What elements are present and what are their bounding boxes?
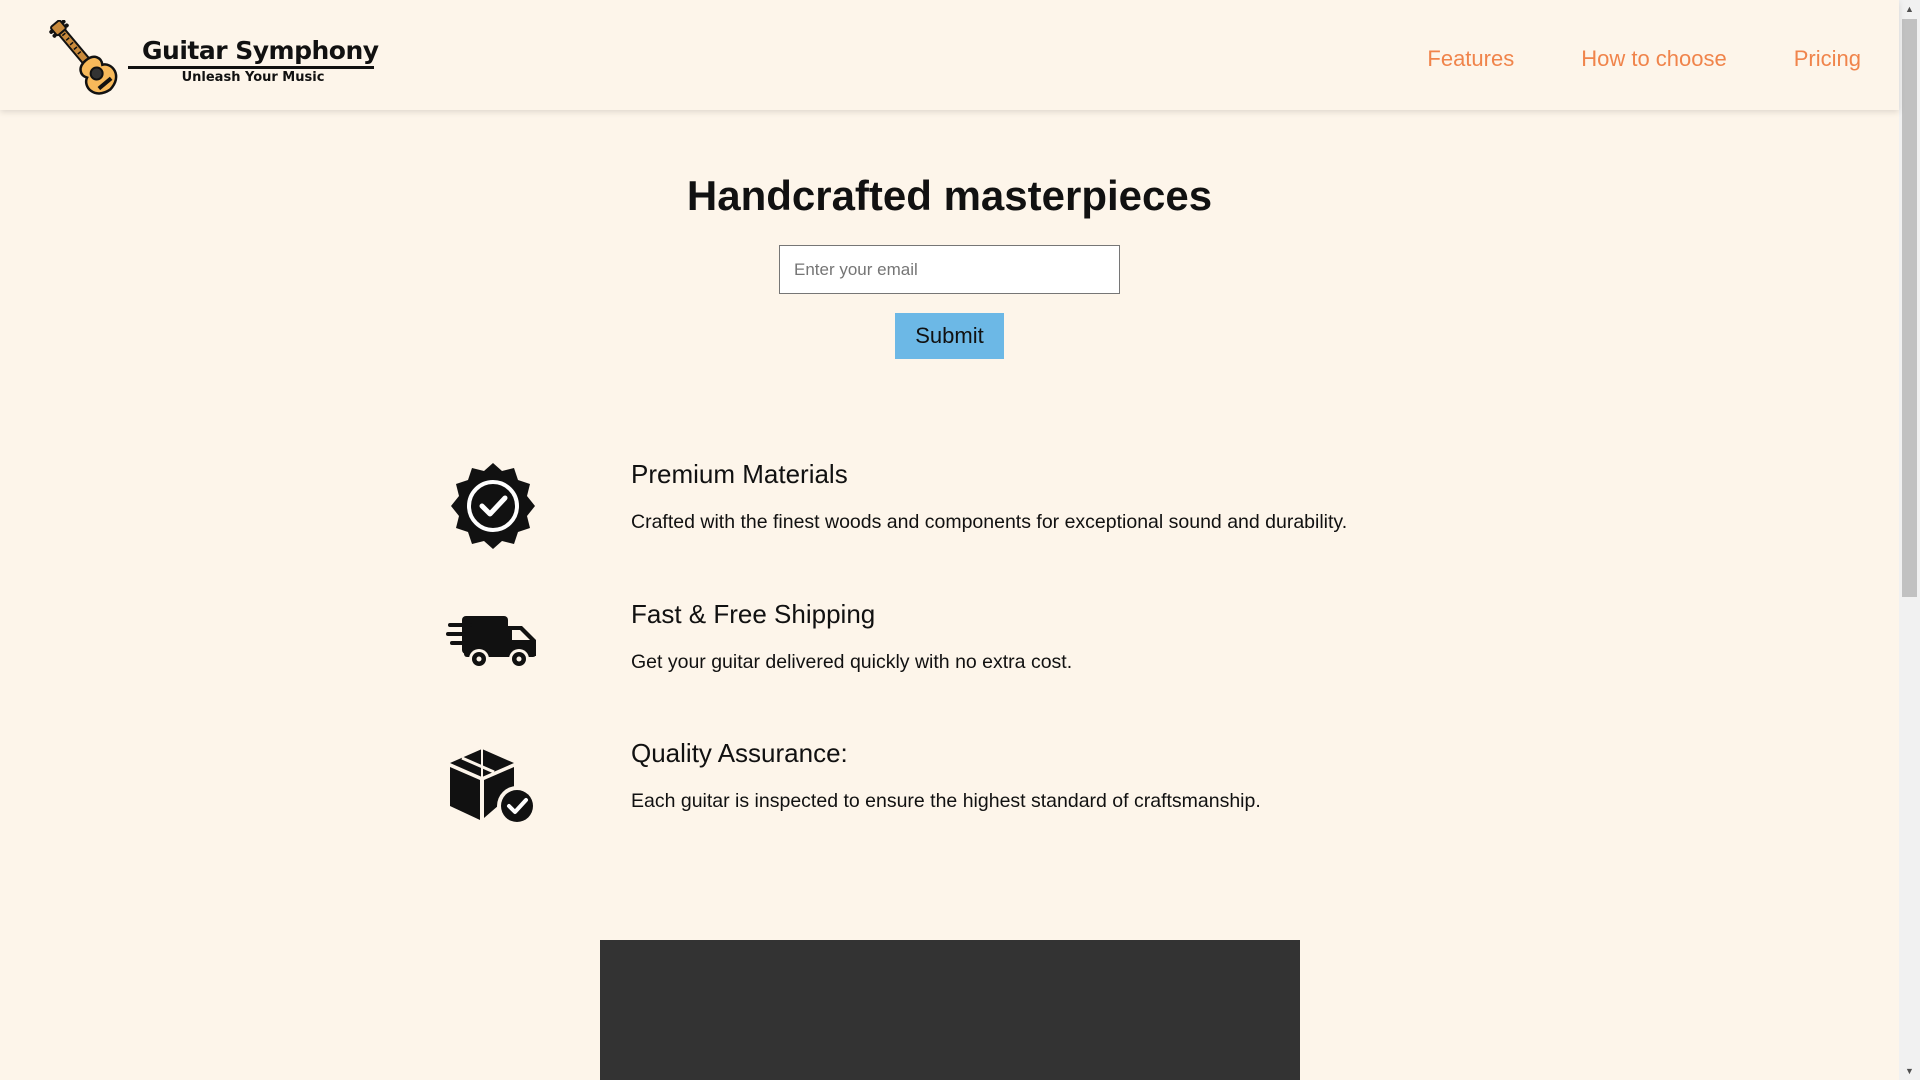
brand-title: Guitar Symphony xyxy=(142,36,379,65)
feature-fast-free-shipping: Fast & Free Shipping Get your guitar del… xyxy=(446,599,1446,709)
nav-link-pricing[interactable]: Pricing xyxy=(1794,46,1861,72)
nav-link-features[interactable]: Features xyxy=(1427,46,1514,72)
feature-description: Crafted with the finest woods and compon… xyxy=(631,511,1348,533)
feature-title: Fast & Free Shipping xyxy=(631,599,876,629)
brand-logo[interactable]: Guitar Symphony Unleash Your Music xyxy=(46,20,379,100)
video-placeholder[interactable] xyxy=(600,940,1300,1080)
feature-description: Each guitar is inspected to ensure the h… xyxy=(631,790,1261,812)
acoustic-guitar-icon xyxy=(49,20,118,95)
scrollbar-thumb[interactable] xyxy=(1902,19,1917,597)
brand-underline xyxy=(128,66,374,69)
submit-button[interactable]: Submit xyxy=(895,313,1004,359)
feature-premium-materials: Premium Materials Crafted with the fines… xyxy=(446,459,1446,569)
feature-description: Get your guitar delivered quickly with n… xyxy=(631,651,1073,673)
main-nav: Features How to choose Pricing xyxy=(1427,46,1861,72)
scroll-down-arrow-icon[interactable]: ▼ xyxy=(1899,1062,1920,1080)
scroll-up-arrow-icon[interactable]: ▲ xyxy=(1899,0,1920,18)
vertical-scrollbar[interactable]: ▲ ▼ xyxy=(1899,0,1920,1080)
email-input[interactable] xyxy=(779,245,1120,294)
box-check-icon xyxy=(450,749,537,826)
brand-tagline: Unleash Your Music xyxy=(181,70,325,85)
feature-quality-assurance: Quality Assurance: Each guitar is inspec… xyxy=(446,738,1446,848)
hero-title: Handcrafted masterpieces xyxy=(686,172,1213,219)
site-header: Guitar Symphony Unleash Your Music Featu… xyxy=(0,0,1899,110)
verified-badge-icon xyxy=(451,463,535,549)
feature-title: Quality Assurance: xyxy=(631,738,848,768)
feature-title: Premium Materials xyxy=(631,459,848,489)
nav-link-how-to-choose[interactable]: How to choose xyxy=(1581,46,1727,72)
delivery-truck-icon xyxy=(446,616,536,669)
